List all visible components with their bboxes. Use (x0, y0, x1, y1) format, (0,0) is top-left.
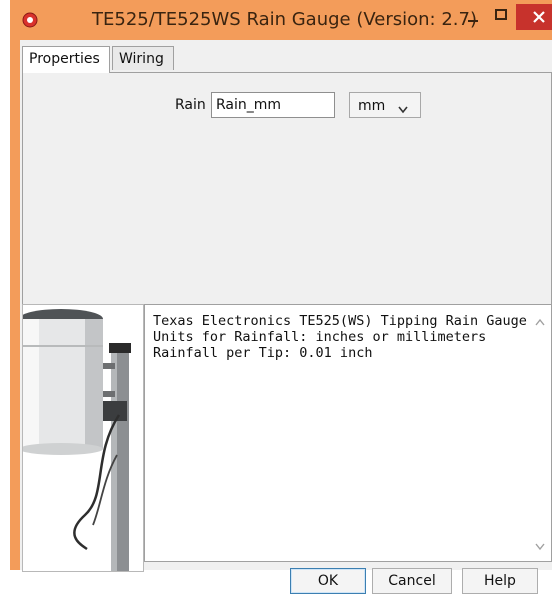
title-bar[interactable]: TE525/TE525WS Rain Gauge (Version: 2.7) (10, 0, 552, 40)
tab-properties[interactable]: Properties (22, 46, 110, 73)
rain-gauge-image (22, 304, 144, 572)
minimize-button[interactable] (460, 4, 486, 30)
dialog-client-area: Properties Wiring Rain mm (20, 40, 552, 594)
description-pane[interactable]: Texas Electronics TE525(WS) Tipping Rain… (144, 304, 552, 562)
dialog-window: TE525/TE525WS Rain Gauge (Version: 2.7) … (10, 0, 552, 594)
window-title: TE525/TE525WS Rain Gauge (Version: 2.7) (92, 9, 477, 30)
scroll-down-icon[interactable] (535, 536, 545, 555)
maximize-button[interactable] (488, 4, 514, 30)
description-line: Rainfall per Tip: 0.01 inch (153, 345, 373, 361)
ok-button[interactable]: OK (290, 568, 366, 594)
rain-variable-input[interactable] (211, 92, 335, 118)
description-text: Texas Electronics TE525(WS) Tipping Rain… (153, 313, 527, 361)
cancel-button[interactable]: Cancel (372, 568, 452, 594)
close-button[interactable] (516, 4, 552, 30)
description-line: Units for Rainfall: inches or millimeter… (153, 329, 487, 345)
chevron-down-icon (398, 102, 408, 118)
help-button[interactable]: Help (462, 568, 538, 594)
tab-wiring[interactable]: Wiring (112, 46, 174, 70)
rain-label: Rain (175, 97, 206, 113)
app-record-icon[interactable] (22, 12, 38, 28)
rain-units-select[interactable]: mm (349, 92, 421, 118)
description-line: Texas Electronics TE525(WS) Tipping Rain… (153, 313, 527, 329)
properties-panel: Rain mm (22, 72, 552, 334)
units-selected-value: mm (358, 98, 386, 114)
scroll-up-icon[interactable] (535, 311, 545, 330)
